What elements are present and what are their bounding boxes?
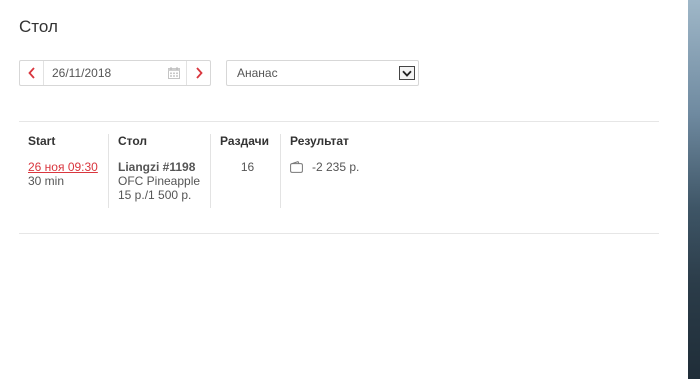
game-type-select[interactable]: Ананас	[226, 60, 419, 86]
header-table: Стол	[118, 134, 148, 148]
column-hands: Раздачи 16	[210, 134, 280, 208]
game-type: OFC Pineapple	[118, 174, 201, 188]
calendar-icon[interactable]	[168, 67, 180, 79]
prev-date-button[interactable]	[20, 61, 44, 85]
wallet-icon	[290, 161, 303, 173]
dropdown-toggle[interactable]	[399, 66, 415, 80]
header-hands: Раздачи	[220, 134, 269, 148]
column-start: Start 26 ноя 09:30 30 min	[28, 134, 108, 208]
table-name: Liangzi #1198	[118, 160, 196, 174]
divider-bottom	[19, 233, 659, 234]
session-start-link[interactable]: 26 ноя 09:30	[28, 160, 108, 174]
date-value: 26/11/2018	[52, 66, 112, 80]
stakes: 15 р./1 500 р.	[118, 188, 192, 202]
column-table: Стол Liangzi #1198 OFC Pineapple 15 р./1…	[108, 134, 219, 208]
header-start: Start	[28, 134, 56, 148]
page-title: Стол	[19, 17, 58, 36]
header-result: Результат	[290, 134, 349, 148]
game-type-value: Ананас	[237, 66, 278, 80]
hands-count: 16	[240, 160, 255, 174]
date-picker: 26/11/2018	[19, 60, 211, 86]
date-input[interactable]: 26/11/2018	[44, 61, 186, 85]
divider-top	[19, 121, 659, 122]
column-result: Результат -2 235 р.	[280, 134, 410, 208]
result-value: -2 235 р.	[312, 160, 360, 174]
background-window-edge	[688, 0, 700, 379]
chevron-right-icon	[195, 67, 203, 79]
session-duration: 30 min	[28, 174, 65, 188]
main-panel: Стол 26/11/2018 Ананас Start 26 ноя 09:3…	[0, 0, 688, 379]
next-date-button[interactable]	[186, 61, 210, 85]
chevron-left-icon	[27, 67, 35, 79]
chevron-down-icon	[402, 70, 412, 77]
